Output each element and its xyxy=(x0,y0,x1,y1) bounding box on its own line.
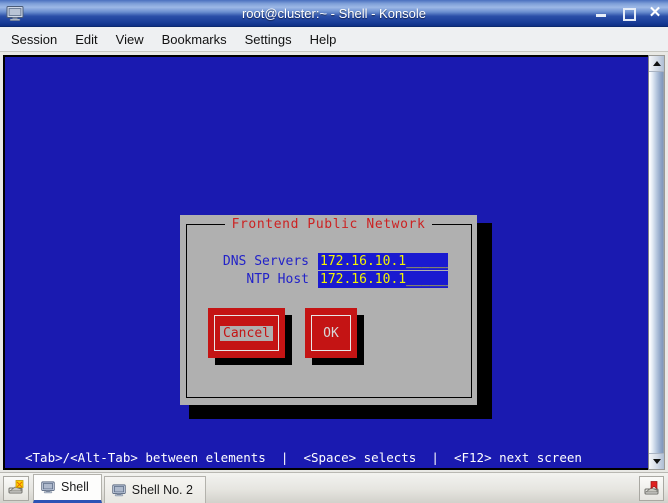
terminal-icon xyxy=(4,2,26,24)
scroll-down-arrow-icon[interactable] xyxy=(649,453,664,469)
terminal-frame: Frontend Public Network DNS Servers 172.… xyxy=(3,55,648,470)
session-taskbar: Shell Shell No. 2 xyxy=(0,472,668,503)
form-row-ntp: NTP Host 172.16.10.1______ xyxy=(198,271,460,288)
dialog-form: DNS Servers 172.16.10.1______ NTP Host 1… xyxy=(198,253,460,289)
dns-servers-fill: ______ xyxy=(406,254,448,269)
session-tabs: Shell Shell No. 2 xyxy=(33,473,206,503)
menu-edit[interactable]: Edit xyxy=(75,30,106,49)
dialog-title-text: Frontend Public Network xyxy=(224,217,433,232)
scrollbar-thumb[interactable] xyxy=(649,72,664,453)
ntp-host-label: NTP Host xyxy=(246,272,309,287)
window-titlebar[interactable]: root@cluster:~ - Shell - Konsole ✕ xyxy=(0,0,668,27)
ntp-host-input[interactable]: 172.16.10.1______ xyxy=(318,271,448,288)
terminal-icon xyxy=(112,483,126,497)
bookmark-button[interactable] xyxy=(639,476,664,501)
cancel-button-inner: Cancel xyxy=(214,315,279,351)
terminal-status-line: <Tab>/<Alt-Tab> between elements | <Spac… xyxy=(25,450,582,465)
form-row-dns: DNS Servers 172.16.10.1______ xyxy=(198,253,460,270)
terminal-scrollbar[interactable] xyxy=(648,55,665,470)
window-title: root@cluster:~ - Shell - Konsole xyxy=(241,5,427,21)
dns-servers-input[interactable]: 172.16.10.1______ xyxy=(318,253,448,270)
dns-servers-label: DNS Servers xyxy=(222,254,309,269)
bookmark-icon xyxy=(644,480,658,494)
menu-session[interactable]: Session xyxy=(11,30,66,49)
close-button[interactable]: ✕ xyxy=(648,5,662,20)
terminal-area: Frontend Public Network DNS Servers 172.… xyxy=(0,52,668,472)
cancel-button[interactable]: Cancel xyxy=(208,308,285,358)
ntp-host-value: 172.16.10.1 xyxy=(320,272,407,287)
session-tab-shell-no-2-label: Shell No. 2 xyxy=(131,482,193,497)
cancel-button-label: Cancel xyxy=(220,325,273,341)
ok-button-holder: OK xyxy=(305,308,364,365)
konsole-session-icon xyxy=(8,480,24,494)
dialog-title: Frontend Public Network xyxy=(180,217,477,232)
konsole-window: root@cluster:~ - Shell - Konsole ✕ Sessi… xyxy=(0,0,668,503)
maximize-button[interactable] xyxy=(621,6,636,21)
minimize-button[interactable] xyxy=(594,6,608,20)
session-tab-shell-no-2[interactable]: Shell No. 2 xyxy=(103,475,206,503)
ntp-host-fill: ______ xyxy=(406,272,448,287)
cancel-button-holder: Cancel xyxy=(208,308,292,365)
window-controls: ✕ xyxy=(594,0,662,26)
ok-button-label: OK xyxy=(323,325,339,341)
menu-view[interactable]: View xyxy=(116,30,153,49)
terminal-icon xyxy=(41,480,55,494)
menu-bookmarks[interactable]: Bookmarks xyxy=(162,30,236,49)
ok-button-inner: OK xyxy=(311,315,351,351)
session-tab-shell-label: Shell xyxy=(61,480,89,494)
terminal-screen[interactable]: Frontend Public Network DNS Servers 172.… xyxy=(5,57,648,468)
menu-help[interactable]: Help xyxy=(310,30,346,49)
frontend-public-network-dialog: Frontend Public Network DNS Servers 172.… xyxy=(180,215,477,405)
new-session-button[interactable] xyxy=(3,475,29,501)
scroll-up-arrow-icon[interactable] xyxy=(649,56,664,72)
dialog-buttons: Cancel OK xyxy=(208,308,364,365)
ok-button[interactable]: OK xyxy=(305,308,357,358)
dns-servers-value: 172.16.10.1 xyxy=(320,254,407,269)
session-tab-shell[interactable]: Shell xyxy=(33,473,102,503)
menu-bar: Session Edit View Bookmarks Settings Hel… xyxy=(0,27,668,52)
menu-settings[interactable]: Settings xyxy=(245,30,301,49)
